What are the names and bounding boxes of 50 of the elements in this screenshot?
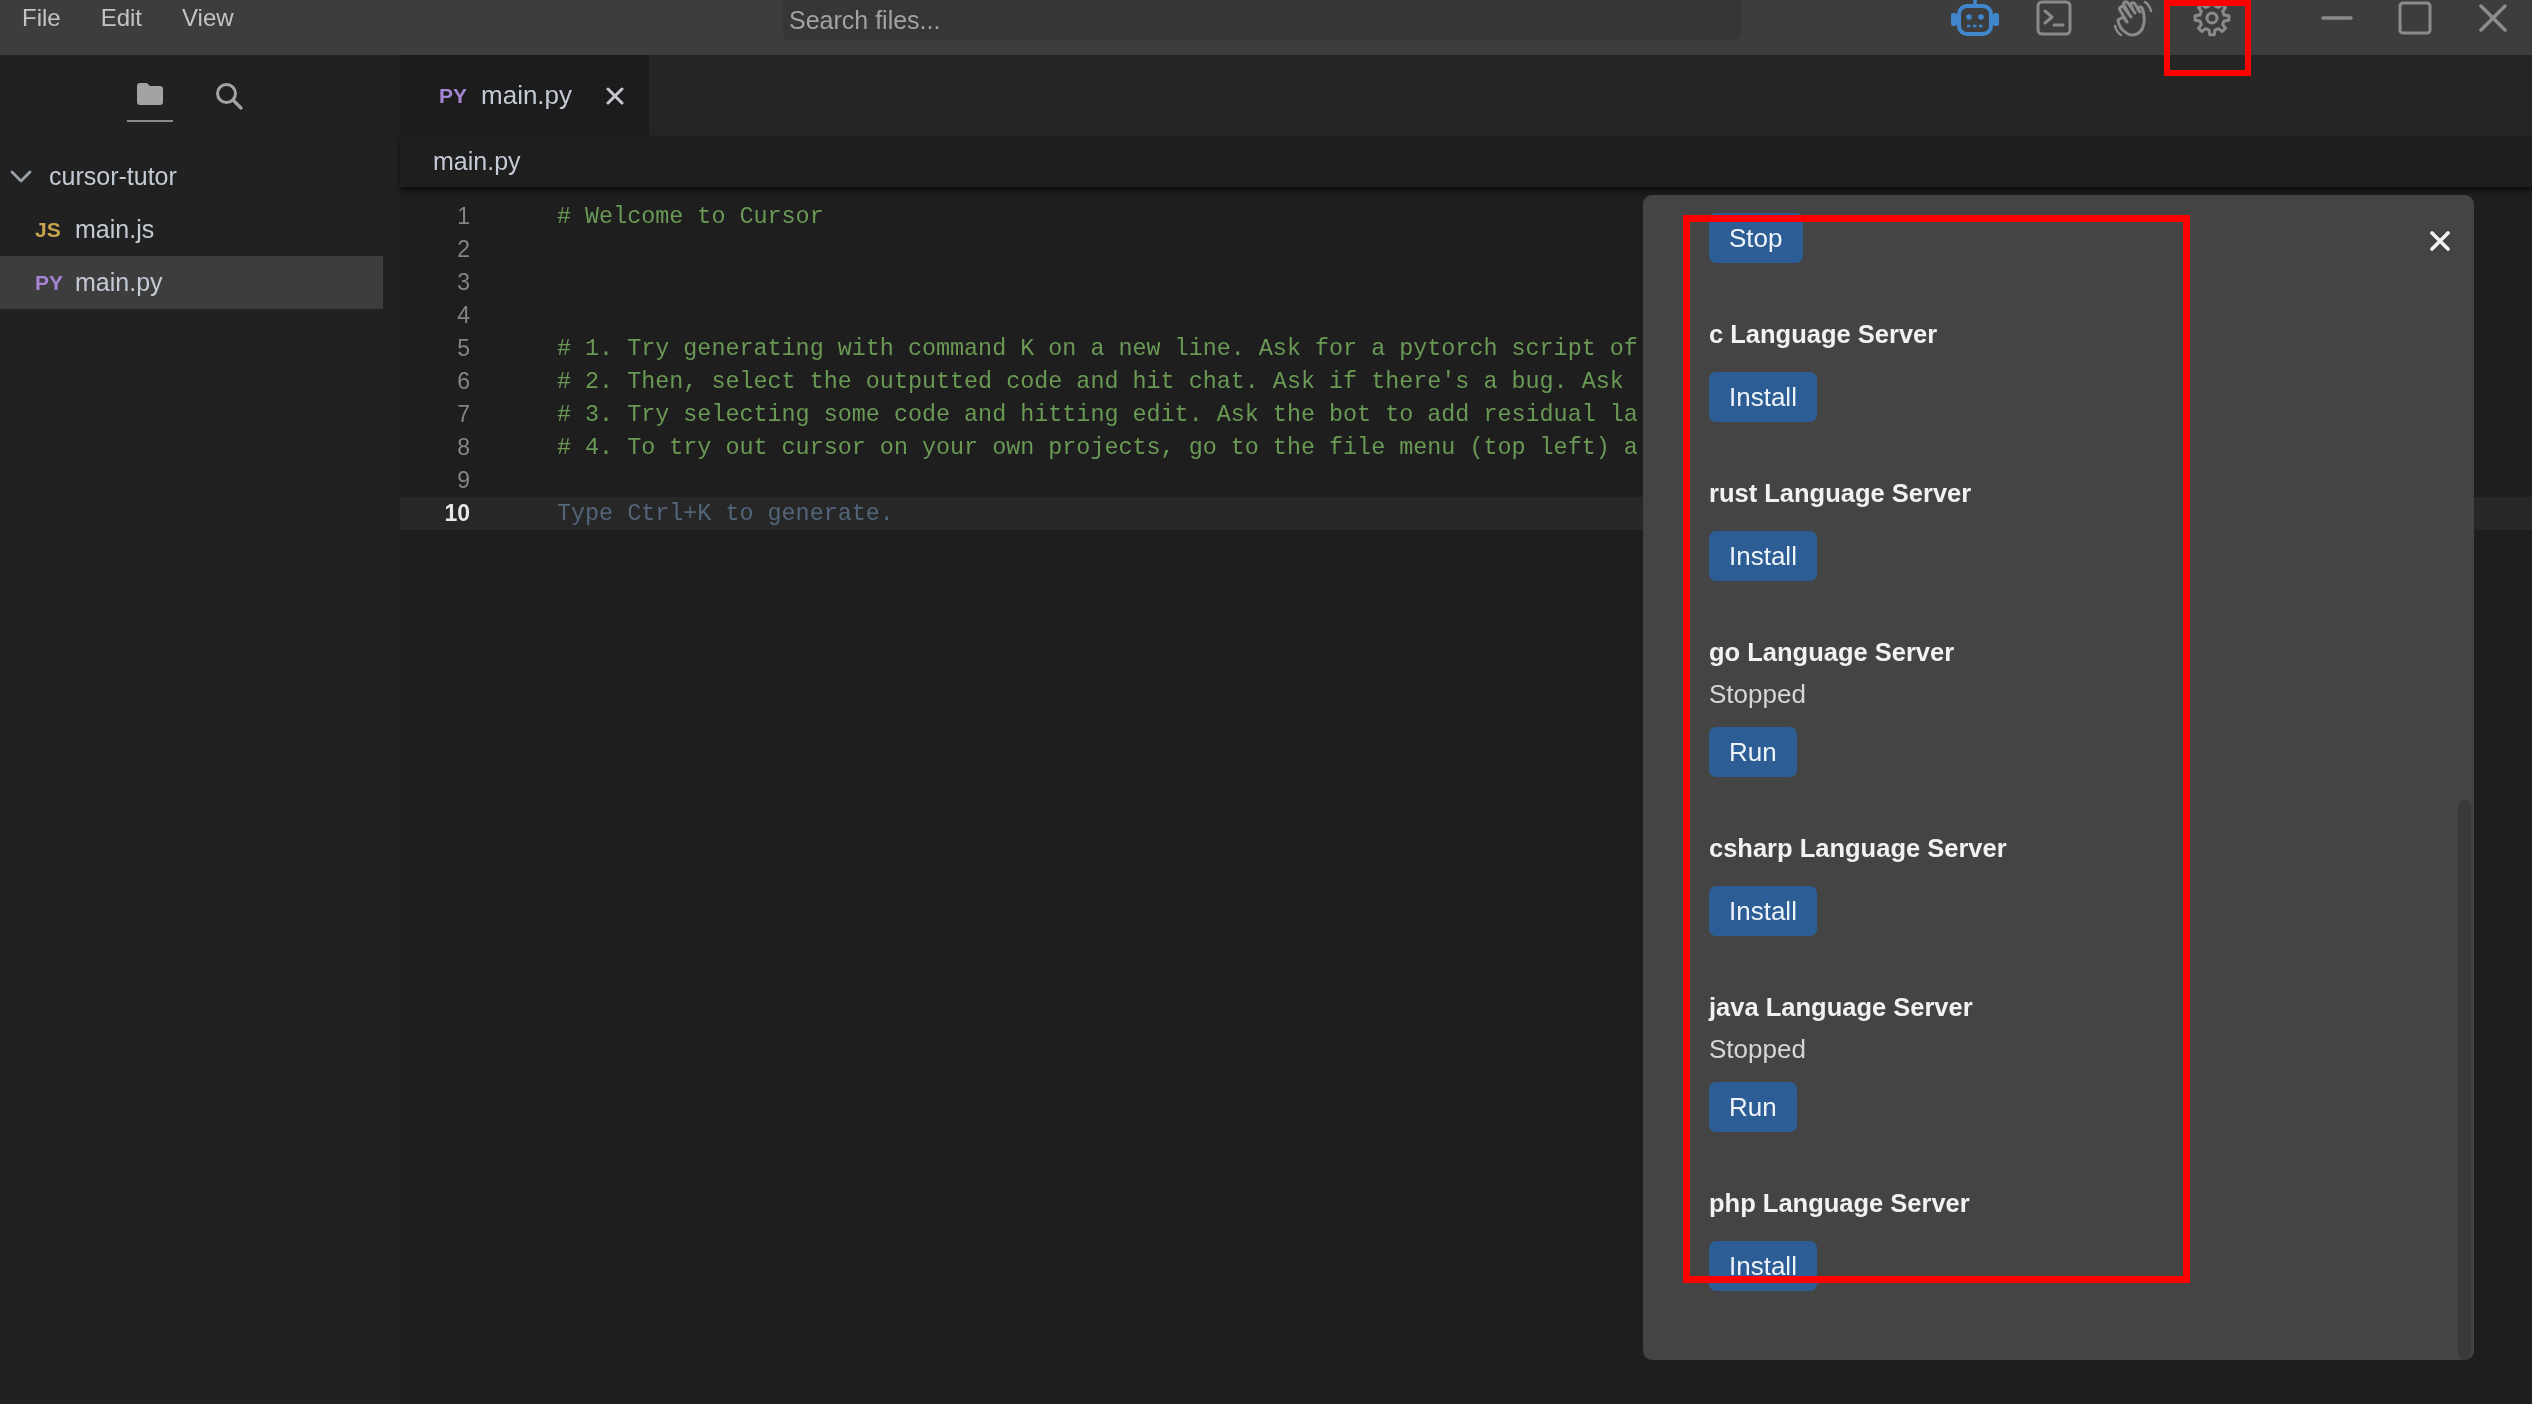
server-action-button[interactable]: Run xyxy=(1709,727,1797,777)
menu-item[interactable]: File xyxy=(2,0,81,36)
close-icon[interactable] xyxy=(606,86,625,105)
menu-item[interactable]: View xyxy=(162,0,254,36)
tree-item[interactable]: JS main.js xyxy=(0,203,383,256)
server-action-button[interactable]: Run xyxy=(1709,1082,1797,1132)
code-comment: # Welcome to Cursor xyxy=(557,203,824,230)
minimize-icon[interactable] xyxy=(2321,16,2353,20)
terminal-icon[interactable] xyxy=(2036,0,2072,36)
maximize-icon[interactable] xyxy=(2398,1,2432,35)
server-name: php Language Server xyxy=(1709,1188,1970,1219)
tree-item[interactable]: PY main.py xyxy=(0,256,383,309)
server-action-button[interactable]: Install xyxy=(1709,531,1817,581)
search-icon xyxy=(215,82,243,110)
code-comment: # 1. Try generating with command K on a new line. Ask for a pytorch script of xyxy=(557,335,1638,362)
server-name: go Language Server xyxy=(1709,637,1955,668)
file-type-label: JS xyxy=(35,217,62,242)
code-comment: # 3. Try selecting some code and hitting edit. Ask the bot to add residual la xyxy=(557,401,1638,428)
line-number: 10 xyxy=(443,500,470,527)
line-number: 1 xyxy=(456,203,470,230)
breadcrumb[interactable]: main.py xyxy=(433,147,521,176)
server-status: Stopped xyxy=(1709,1033,1806,1066)
file-type-label: PY xyxy=(439,83,467,108)
server-action-button[interactable]: Install xyxy=(1709,886,1817,936)
waving-hand-icon[interactable] xyxy=(2113,0,2153,37)
server-status: Stopped xyxy=(1709,678,1806,711)
line-number: 3 xyxy=(456,269,470,296)
line-number: 8 xyxy=(456,434,470,461)
tree-item[interactable]: cursor-tutor xyxy=(0,150,383,203)
file-type-label: PY xyxy=(35,270,63,295)
line-number: 5 xyxy=(456,335,470,362)
code-comment: # 4. To try out cursor on your own projects, go to the file menu (top left) a xyxy=(557,434,1638,461)
editor-tab[interactable]: PY main.py xyxy=(400,55,649,136)
server-name: c Language Server xyxy=(1709,319,1938,350)
server-name: csharp Language Server xyxy=(1709,833,2007,864)
hint-text: Type Ctrl+K to generate. xyxy=(557,500,894,527)
line-number: 4 xyxy=(456,302,470,329)
search-field[interactable]: Search files... xyxy=(783,0,1741,40)
line-number: 7 xyxy=(456,401,470,428)
line-number: 6 xyxy=(456,368,470,395)
line-number: 2 xyxy=(456,236,470,263)
code-comment: # 2. Then, select the outputted code and hit chat. Ask if there's a bug. Ask xyxy=(557,368,1624,395)
menu-item[interactable]: Edit xyxy=(80,0,163,36)
server-name: java Language Server xyxy=(1709,992,1973,1023)
server-name: rust Language Server xyxy=(1709,478,1972,509)
line-number: 9 xyxy=(456,467,470,494)
folder-icon xyxy=(136,82,164,106)
server-action-button[interactable]: Install xyxy=(1709,372,1817,422)
scrollbar-thumb[interactable] xyxy=(2458,800,2471,1360)
robot-icon[interactable] xyxy=(1950,0,2000,37)
